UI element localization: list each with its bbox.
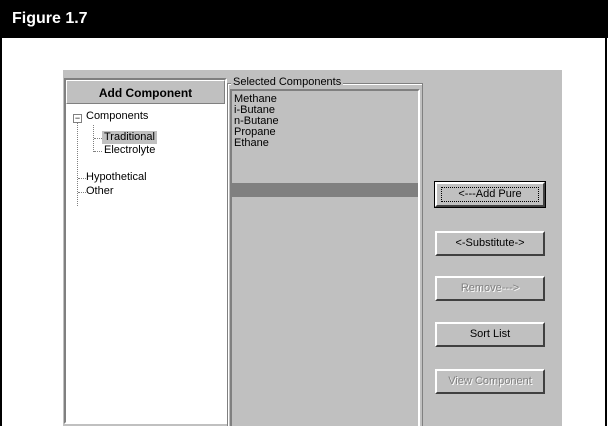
- focus-rectangle: [441, 187, 539, 202]
- figure-right-rule: [605, 38, 607, 426]
- tree-pane-header: Add Component: [66, 80, 225, 104]
- sort-list-button[interactable]: Sort List: [435, 322, 545, 347]
- collapse-icon[interactable]: −: [73, 114, 82, 123]
- add-component-dialog: Add Component − Components Traditional E…: [63, 70, 561, 426]
- figure-title: Figure 1.7: [12, 10, 88, 27]
- list-selection-highlight[interactable]: [232, 183, 418, 197]
- selected-components-label: Selected Components: [231, 76, 344, 88]
- view-component-button[interactable]: View Component: [435, 369, 545, 394]
- tree-branch-other: [78, 192, 86, 193]
- sort-list-label: Sort List: [469, 328, 511, 340]
- tree-branch-traditional: [94, 138, 102, 139]
- tree-branch-hypothetical: [78, 178, 86, 179]
- remove-button[interactable]: Remove--->: [435, 276, 545, 301]
- figure-header: Figure 1.7: [0, 0, 608, 38]
- figure-left-rule: [0, 38, 2, 426]
- substitute-button[interactable]: <-Substitute->: [435, 231, 545, 256]
- tree-node-electrolyte[interactable]: Electrolyte: [104, 144, 155, 157]
- view-component-label: View Component: [448, 375, 532, 387]
- tree-node-components[interactable]: Components: [86, 110, 148, 123]
- component-tree-pane: Add Component − Components Traditional E…: [64, 78, 227, 424]
- tree-branch-electrolyte: [94, 151, 102, 152]
- substitute-label: <-Substitute->: [455, 237, 525, 249]
- add-pure-button[interactable]: <---Add Pure: [434, 181, 546, 208]
- list-item[interactable]: Ethane: [234, 138, 269, 149]
- tree-node-other[interactable]: Other: [86, 185, 114, 198]
- tree-node-traditional[interactable]: Traditional: [102, 131, 157, 144]
- selected-components-list[interactable]: Methane i-Butane n-Butane Propane Ethane: [230, 89, 420, 426]
- tree-node-hypothetical[interactable]: Hypothetical: [86, 171, 147, 184]
- remove-label: Remove--->: [460, 282, 520, 294]
